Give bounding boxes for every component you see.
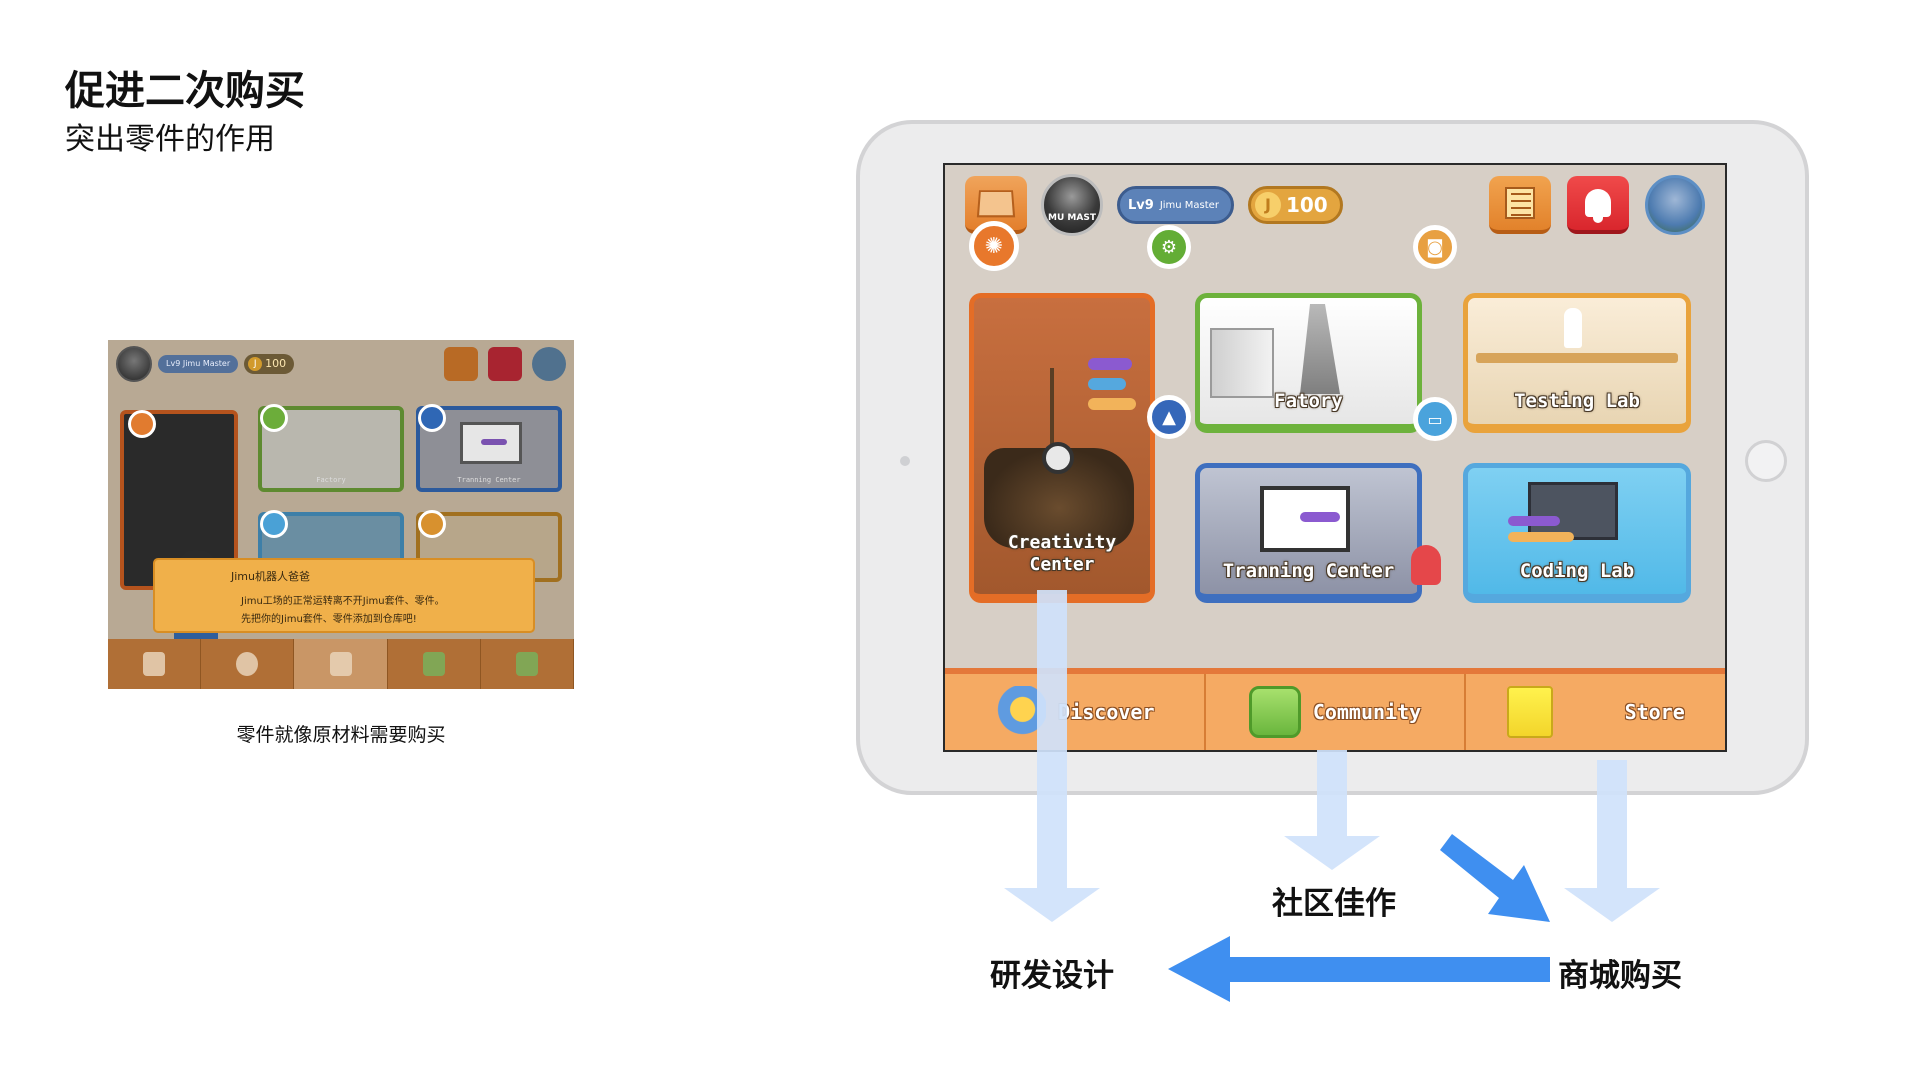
mini-coin-pill: J 100 xyxy=(244,354,295,374)
bell-icon xyxy=(1585,189,1611,223)
tablet-home-button[interactable] xyxy=(1745,440,1787,482)
test-figure-image xyxy=(1564,308,1582,348)
notes-button[interactable] xyxy=(1489,176,1551,234)
mini-lightbulb-icon xyxy=(128,410,156,438)
mini-caption: 零件就像原材料需要购买 xyxy=(236,724,446,746)
mini-coin-count: 100 xyxy=(265,357,287,370)
mini-bag-icon xyxy=(143,652,166,676)
mini-card-factory-label: Factory xyxy=(316,476,346,484)
card-creativity-label: Creativity Center xyxy=(1007,532,1117,575)
tab-discover-label: Discover xyxy=(1058,700,1155,724)
app-screen: MU MAST Lv9 Jimu Master J 100 Creativity… xyxy=(943,163,1727,752)
card-factory[interactable]: Fatory xyxy=(1195,293,1422,433)
monitor-icon: ▭ xyxy=(1413,397,1457,441)
level-value: Lv9 xyxy=(1128,197,1154,213)
mini-screenshot: Lv9 Jimu Master J 100 Factory Tranning C… xyxy=(108,340,574,689)
label-store-purchase: 商城购买 xyxy=(1558,958,1682,994)
arrow-store-to-design xyxy=(1168,936,1550,1002)
mini-avatar xyxy=(116,346,152,382)
mini-player-name: Jimu Master xyxy=(182,359,231,368)
mini-gamepad-icon xyxy=(418,510,446,538)
mini-level-pill: Lv9 Jimu Master xyxy=(158,355,239,373)
code-blocks-image xyxy=(1088,358,1144,418)
mini-notes-icon xyxy=(444,347,478,381)
mini-dialog-box: Jimu机器人爸爸 Jimu工场的正常运转离不开Jimu套件、零件。 先把你的J… xyxy=(153,558,535,633)
card-training-center[interactable]: Tranning Center xyxy=(1195,463,1422,603)
coin-icon: J xyxy=(1254,192,1281,218)
mini-person-icon xyxy=(236,652,259,676)
notifications-button[interactable] xyxy=(1567,176,1629,234)
mini-level: Lv9 xyxy=(166,359,181,368)
code-blocks-image xyxy=(1508,516,1578,548)
label-design: 研发设计 xyxy=(990,958,1114,994)
mini-tab-community xyxy=(481,639,574,689)
page-title: 促进二次购买 xyxy=(65,68,305,114)
gamepad-icon: ◙ xyxy=(1413,225,1457,269)
mini-factory-icon xyxy=(260,404,288,432)
tab-discover[interactable]: Discover xyxy=(945,674,1206,750)
mini-robot-avatar xyxy=(532,347,566,381)
mini-card-training-label: Tranning Center xyxy=(457,476,521,484)
avatar-text: MU MAST xyxy=(1048,213,1096,223)
mini-tab-cards xyxy=(388,639,481,689)
factory-icon: ⚙ xyxy=(1147,225,1191,269)
mini-card-training: Tranning Center xyxy=(416,404,562,492)
card-coding-lab[interactable]: Coding Lab xyxy=(1463,463,1691,603)
robot-avatar-button[interactable] xyxy=(1645,175,1705,235)
tab-community[interactable]: Community xyxy=(1206,674,1467,750)
robot-arm-image xyxy=(1300,304,1340,394)
mini-tab-bar xyxy=(108,639,574,689)
mini-tab-profile xyxy=(201,639,295,689)
mini-graduation-cap-icon xyxy=(418,404,446,432)
mini-coin-icon: J xyxy=(248,357,263,371)
mini-dialog-line-1: Jimu工场的正常运转离不开Jimu套件、零件。 xyxy=(241,596,445,607)
app-top-bar: MU MAST Lv9 Jimu Master J 100 xyxy=(945,165,1725,245)
mini-code-icon xyxy=(260,510,288,538)
card-creativity-center[interactable]: Creativity Center xyxy=(969,293,1155,603)
level-pill: Lv9 Jimu Master xyxy=(1117,186,1234,224)
card-training-label: Tranning Center xyxy=(1222,560,1395,582)
bottom-tab-bar: Discover Community Store xyxy=(945,668,1725,750)
player-name: Jimu Master xyxy=(1159,199,1219,211)
mini-card-factory: Factory xyxy=(258,404,404,492)
notes-icon xyxy=(1505,187,1535,219)
mini-dialog-line-2: 先把你的Jimu套件、零件添加到仓库吧! xyxy=(241,614,417,625)
mini-top-bar: Lv9 Jimu Master J 100 xyxy=(108,340,574,388)
card-factory-label: Fatory xyxy=(1274,390,1343,412)
page-subtitle: 突出零件的作用 xyxy=(65,122,275,157)
player-avatar[interactable]: MU MAST xyxy=(1041,174,1103,236)
graduation-cap-icon: ▲ xyxy=(1147,395,1191,439)
test-table-image xyxy=(1476,353,1678,363)
card-coding-label: Coding Lab xyxy=(1519,560,1635,582)
card-testing-label: Testing Lab xyxy=(1514,390,1640,412)
mini-document-icon xyxy=(329,652,352,676)
rocket-icon xyxy=(1411,545,1441,585)
community-icon xyxy=(1248,686,1301,738)
discover-icon xyxy=(994,686,1047,738)
mini-tab-docs xyxy=(294,639,388,689)
mini-community-icon xyxy=(515,652,538,676)
coin-count: 100 xyxy=(1285,193,1328,217)
tab-store[interactable]: Store xyxy=(1466,674,1725,750)
card-testing-lab[interactable]: Testing Lab xyxy=(1463,293,1691,433)
whiteboard-image xyxy=(1260,486,1350,552)
tablet-camera xyxy=(900,456,910,466)
mini-whiteboard-icon xyxy=(460,422,522,464)
mini-cards-icon xyxy=(422,652,445,676)
tab-store-label: Store xyxy=(1624,700,1685,724)
lightbulb-icon: ✺ xyxy=(969,221,1019,271)
mini-bell-icon xyxy=(488,347,522,381)
factory-machine-image xyxy=(1210,328,1274,398)
mini-tab-store xyxy=(108,639,202,689)
arrow-diagonal-store xyxy=(1440,834,1550,922)
tab-community-label: Community xyxy=(1312,700,1422,724)
coin-pill: J 100 xyxy=(1247,186,1343,224)
mini-dialog-speaker: Jimu机器人爸爸 xyxy=(231,570,310,583)
box-icon xyxy=(976,190,1016,218)
shopping-bag-icon xyxy=(1506,686,1553,738)
label-community-works: 社区佳作 xyxy=(1272,886,1396,922)
